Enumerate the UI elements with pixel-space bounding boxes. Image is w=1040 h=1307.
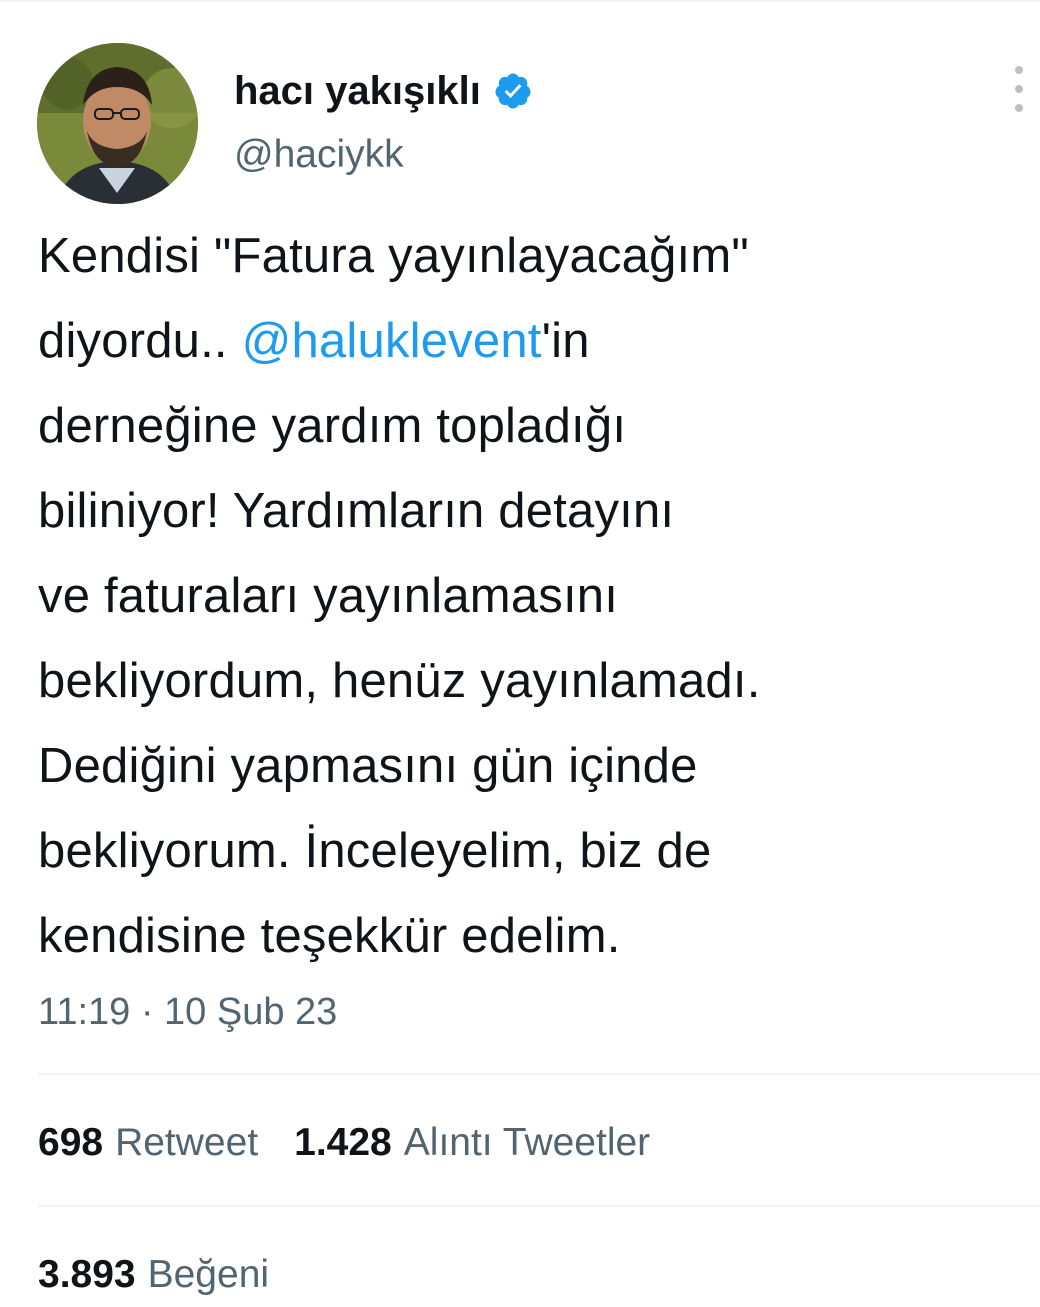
like-label: Beğeni	[147, 1253, 270, 1296]
tweet-text-segment: kendisine teşekkür edelim.	[38, 909, 621, 963]
likes-stats-row: 3.893 Beğeni	[38, 1251, 305, 1299]
tweet-text: Kendisi "Fatura yayınlayacağım" diyordu..…	[38, 214, 1028, 979]
tweet-text-segment: bekliyorum. İnceleyelim, biz de	[38, 824, 712, 878]
retweet-count-link[interactable]: 698 Retweet	[38, 1119, 258, 1167]
tweet-text-segment: biliniyor! Yardımların detayını	[38, 484, 675, 538]
author-name-row[interactable]: hacı yakışıklı	[234, 68, 533, 114]
engagement-stats-row: 698 Retweet 1.428 Alıntı Tweetler	[38, 1119, 686, 1167]
like-count-link[interactable]: 3.893 Beğeni	[38, 1251, 269, 1299]
tweet-text-segment: bekliyordum, henüz yayınlamadı.	[38, 654, 761, 708]
mention-link[interactable]: @haluklevent	[242, 314, 542, 368]
quote-count-link[interactable]: 1.428 Alıntı Tweetler	[294, 1119, 650, 1167]
stats-divider-middle	[38, 1205, 1040, 1207]
retweet-label: Retweet	[115, 1121, 259, 1164]
retweet-count: 698	[38, 1121, 104, 1164]
tweet-text-line: Kendisi "Fatura yayınlayacağım"	[38, 214, 1028, 299]
tweet-text-line: biliniyor! Yardımların detayını	[38, 469, 1028, 554]
tweet-text-line: diyordu.. @haluklevent'in	[38, 299, 1028, 384]
tweet-text-segment: 'in	[541, 314, 590, 368]
tweet-text-segment: Dediğini yapmasını gün içinde	[38, 739, 698, 793]
verified-badge-icon	[493, 71, 533, 111]
tweet-text-line: kendisine teşekkür edelim.	[38, 894, 1028, 979]
like-count: 3.893	[38, 1253, 136, 1296]
tweet-timestamp[interactable]: 11:19 · 10 Şub 23	[38, 988, 337, 1036]
quote-count: 1.428	[294, 1121, 392, 1164]
tweet-text-line: bekliyorum. İnceleyelim, biz de	[38, 809, 1028, 894]
tweet-text-segment: derneğine yardım topladığı	[38, 399, 627, 453]
tweet-text-line: bekliyordum, henüz yayınlamadı.	[38, 639, 1028, 724]
more-vertical-icon[interactable]	[1005, 66, 1033, 112]
tweet-text-segment: ve faturaları yayınlamasını	[38, 569, 619, 623]
tweet-text-segment: diyordu..	[38, 314, 242, 368]
tweet-text-segment: Kendisi "Fatura yayınlayacağım"	[38, 229, 749, 283]
display-name[interactable]: hacı yakışıklı	[234, 68, 481, 114]
quote-label: Alıntı Tweetler	[403, 1121, 651, 1164]
tweet-text-line: ve faturaları yayınlamasını	[38, 554, 1028, 639]
stats-divider-top	[38, 1073, 1040, 1075]
avatar[interactable]	[37, 43, 198, 204]
top-divider	[0, 0, 1040, 2]
author-handle[interactable]: @haciykk	[234, 132, 404, 178]
tweet-text-line: Dediğini yapmasını gün içinde	[38, 724, 1028, 809]
tweet-text-line: derneğine yardım topladığı	[38, 384, 1028, 469]
